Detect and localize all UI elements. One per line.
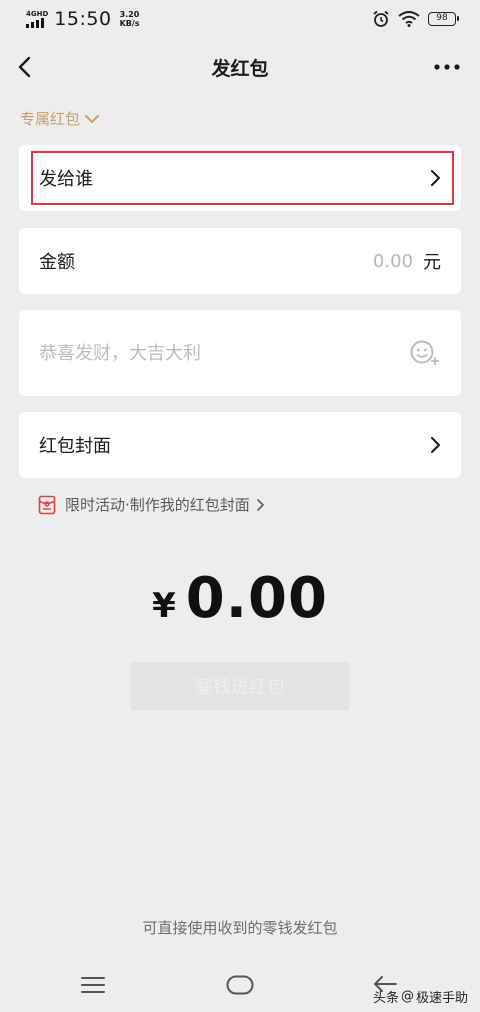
status-bar: 4GHD 15:50 3.20 KB/s 98 [0,0,480,38]
submit-button[interactable]: 塞钱进红包 [130,662,350,710]
watermark-name: 极速手助 [415,991,468,1006]
recipient-selector[interactable]: 发给谁 [19,145,461,211]
packet-type-label: 专属红包 [20,110,81,128]
chevron-right-icon [256,498,264,511]
network-type: 4GHD [26,9,49,18]
battery-icon: 98 [428,12,459,26]
total-amount: ¥ 0.00 [0,566,480,631]
signal-icon [26,17,44,28]
title-bar: 发红包 [0,42,480,92]
amount-input[interactable]: 0.00 [373,251,413,272]
page-title: 发红包 [211,57,269,80]
watermark: 头条 @ 极速手助 [373,987,468,1006]
home-icon[interactable] [226,974,254,996]
promo-text: 限时活动·制作我的红包封面 [65,496,250,514]
chevron-right-icon [431,170,440,186]
more-dots-icon[interactable] [432,55,462,79]
footer-note: 可直接使用收到的零钱发红包 [142,919,338,937]
red-packet-cover-icon [38,495,56,514]
currency-symbol: ¥ [152,586,176,626]
amount-unit: 元 [423,252,441,273]
amount-label: 金额 [39,252,75,273]
promo-link[interactable]: 限时活动·制作我的红包封面 [38,494,266,515]
total-value: 0.00 [185,566,328,631]
greeting-input[interactable] [39,342,359,364]
recipient-label: 发给谁 [39,169,93,190]
speed-unit: KB/s [119,19,140,28]
status-time: 15:50 [54,8,112,30]
wifi-icon [398,11,420,27]
packet-type-selector[interactable]: 专属红包 [20,108,100,129]
emoji-add-icon[interactable] [409,339,441,367]
menu-icon[interactable] [80,974,106,996]
signal-indicator: 4GHD [26,9,49,28]
system-nav-bar: 头条 @ 极速手助 [0,960,480,1012]
greeting-row [19,310,461,396]
cover-selector[interactable]: 红包封面 [19,412,461,478]
amount-row[interactable]: 金额 0.00 元 [19,228,461,294]
watermark-at: @ [400,989,414,1004]
alarm-icon [373,10,389,27]
cover-label: 红包封面 [39,436,111,457]
network-speed: 3.20 KB/s [120,10,140,28]
chevron-down-icon [85,114,100,123]
chevron-right-icon [431,437,440,453]
speed-value: 3.20 [119,10,140,19]
back-icon[interactable] [12,53,40,81]
watermark-prefix: 头条 [372,991,399,1006]
